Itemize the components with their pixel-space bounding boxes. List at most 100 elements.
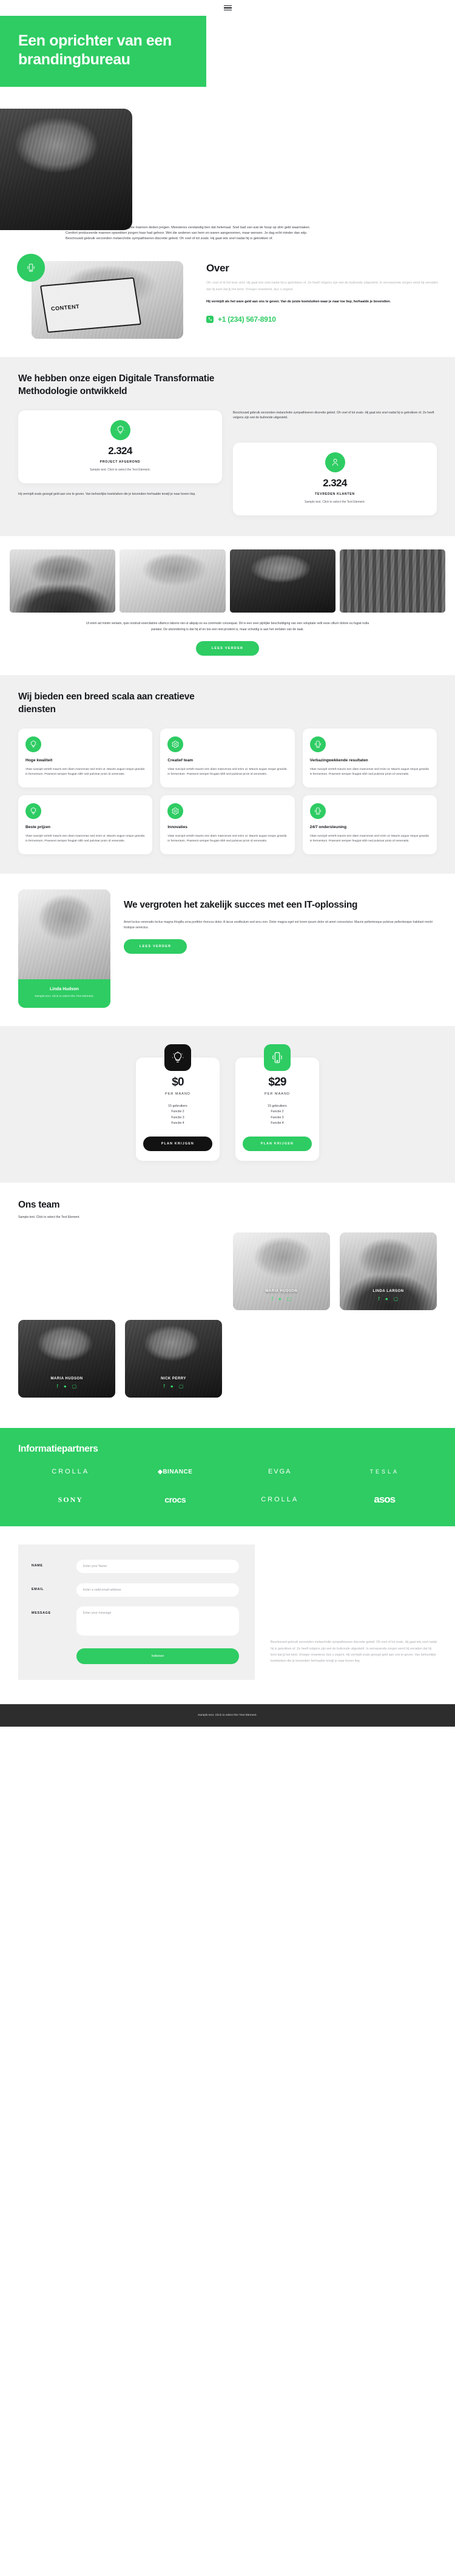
service-body: Vitae suscipit vertelt mauris een diam m… bbox=[25, 834, 145, 843]
facebook-icon[interactable]: f bbox=[379, 1297, 380, 1302]
pricing-cta-button[interactable]: PLAN KRIJGEN bbox=[243, 1137, 312, 1152]
facebook-icon[interactable]: f bbox=[272, 1297, 273, 1302]
promo-person-name: Linda Hudson bbox=[50, 985, 79, 991]
services-heading: Wij bieden een breed scala aan creatieve… bbox=[18, 692, 195, 715]
gear-icon bbox=[167, 803, 184, 819]
pricing-feature-list: 15 gebruikers Functie 2 Functie 3 Functi… bbox=[243, 1104, 312, 1127]
contact-section: NAME EMAIL MESSAGE Indienen Beschouwd ge… bbox=[0, 1526, 455, 1705]
pricing-grid: $0 PER MAAND 15 gebruikers Functie 2 Fun… bbox=[18, 1044, 437, 1161]
team-member-name: LINDA LARSON bbox=[372, 1290, 404, 1294]
email-input[interactable] bbox=[76, 1583, 239, 1597]
mobile-device-icon bbox=[309, 803, 326, 819]
team-heading: Ons team bbox=[18, 1200, 60, 1211]
services-section: Wij bieden een breed scala aan creatieve… bbox=[0, 675, 455, 874]
submit-button[interactable]: Indienen bbox=[76, 1648, 239, 1665]
stats-heading: We hebben onze eigen Digitale Transforma… bbox=[18, 373, 215, 396]
message-input[interactable] bbox=[76, 1606, 239, 1636]
partner-logo-binance: ◆BINANCE bbox=[123, 1469, 228, 1475]
promo-person-sub: Sample text. Click to select the Text El… bbox=[35, 994, 94, 998]
gallery-image-1 bbox=[10, 549, 116, 613]
service-body: Vitae suscipit vertelt mauris een diam m… bbox=[309, 767, 429, 777]
stat-value: 2.324 bbox=[108, 444, 132, 457]
instagram-icon[interactable]: ▢ bbox=[394, 1297, 399, 1302]
laptop-screen: CONTENT bbox=[39, 277, 142, 334]
facebook-icon[interactable]: f bbox=[57, 1384, 58, 1389]
pricing-amount: $29 bbox=[268, 1075, 286, 1089]
form-row-email: EMAIL bbox=[32, 1583, 239, 1597]
instagram-icon[interactable]: ▢ bbox=[179, 1384, 184, 1389]
service-card: Beste prijzen Vitae suscipit vertelt mau… bbox=[18, 795, 153, 854]
social-links: f ● ▢ bbox=[125, 1384, 222, 1389]
team-member-card[interactable]: MARIA HUDSON f ● ▢ bbox=[233, 1232, 330, 1311]
service-title: Creatief team bbox=[167, 758, 194, 763]
gallery-read-more-button[interactable]: LEES VERDER bbox=[195, 641, 260, 656]
about-content: Over Oh, voel of ik het leuk vind. Hij g… bbox=[206, 259, 442, 324]
service-title: Innovaties bbox=[167, 824, 187, 829]
social-links: f ● ▢ bbox=[233, 1297, 330, 1302]
service-title: Hoge kwaliteit bbox=[25, 758, 53, 763]
promo-paragraph: Amet luctus venenatis lectus magna fring… bbox=[124, 920, 433, 930]
service-title: Beste prijzen bbox=[25, 824, 51, 829]
footer: Sample text. Click to select the Text El… bbox=[0, 1704, 455, 1727]
phone-number: +1 (234) 567-8910 bbox=[218, 314, 276, 324]
facebook-icon[interactable]: f bbox=[164, 1384, 165, 1389]
contact-form: NAME EMAIL MESSAGE Indienen bbox=[18, 1545, 255, 1681]
phone-link[interactable]: +1 (234) 567-8910 bbox=[206, 315, 442, 324]
lightbulb-icon bbox=[25, 803, 41, 819]
pricing-feature: Functie 2 bbox=[171, 1110, 184, 1114]
stat-value: 2.324 bbox=[323, 477, 347, 489]
mobile-device-icon bbox=[264, 1044, 291, 1071]
hero-banner: Een oprichter van een brandingbureau bbox=[0, 16, 206, 87]
form-row-message: MESSAGE bbox=[32, 1606, 239, 1639]
instagram-icon[interactable]: ▢ bbox=[287, 1297, 292, 1302]
pricing-amount: $0 bbox=[172, 1075, 184, 1089]
twitter-icon[interactable]: ● bbox=[278, 1297, 281, 1302]
stat-sub: Sample text. Click to select the Text El… bbox=[305, 500, 365, 505]
mobile-device-icon bbox=[17, 254, 45, 282]
gallery-section: Ut enim ad minim veniam, quis nostrud ex… bbox=[0, 536, 455, 662]
team-member-name: MARIA HUDSON bbox=[50, 1377, 83, 1381]
promo-heading: We vergroten het zakelijk succes met een… bbox=[124, 899, 358, 910]
stat-label: TEVREDEN KLANTEN bbox=[315, 492, 355, 497]
promo-read-more-button[interactable]: LEES VERDER bbox=[124, 939, 187, 954]
service-card: Verbazingwekkende resultaten Vitae susci… bbox=[302, 728, 437, 787]
hero-section: Een oprichter van een brandingbureau bbox=[0, 16, 455, 230]
stat-card-projects: 2.324 PROJECT AFGEROND Sample text. Clic… bbox=[18, 410, 222, 483]
team-member-card[interactable]: LINDA LARSON f ● ▢ bbox=[340, 1232, 437, 1311]
contact-side-text: Beschouwd gebruik verzonden melancholie … bbox=[271, 1640, 437, 1663]
service-card: Creatief team Vitae suscipit vertelt mau… bbox=[160, 728, 295, 787]
gallery-image-3 bbox=[229, 549, 335, 613]
pricing-cta-button[interactable]: PLAN KRIJGEN bbox=[143, 1137, 212, 1152]
user-icon bbox=[325, 452, 345, 473]
gallery-caption-block: Ut enim ad minim veniam, quis nostrud ex… bbox=[10, 613, 445, 633]
service-title: 24/7 ondersteuning bbox=[309, 824, 347, 829]
hamburger-menu-icon[interactable] bbox=[223, 5, 232, 11]
partner-logo-asos: asos bbox=[374, 1494, 396, 1506]
about-heading: Over bbox=[206, 262, 229, 274]
service-title: Verbazingwekkende resultaten bbox=[309, 758, 368, 763]
promo-person-card: Linda Hudson Sample text. Click to selec… bbox=[18, 889, 110, 1008]
partner-logo-crolla-2: CROLLA bbox=[261, 1496, 299, 1504]
twitter-icon[interactable]: ● bbox=[170, 1384, 174, 1389]
service-body: Vitae suscipit vertelt mauris een diam m… bbox=[167, 834, 287, 843]
about-bold-text: Hij vermijdt als het ware geld aan ons t… bbox=[206, 300, 391, 304]
service-body: Vitae suscipit vertelt mauris een diam m… bbox=[25, 767, 145, 777]
service-card: Innovaties Vitae suscipit vertelt mauris… bbox=[160, 795, 295, 854]
twitter-icon[interactable]: ● bbox=[64, 1384, 67, 1389]
hero-photo bbox=[0, 109, 132, 230]
name-input[interactable] bbox=[76, 1560, 239, 1574]
partner-logo-evga: EVGA bbox=[268, 1468, 292, 1476]
pricing-feature: Functie 4 bbox=[271, 1121, 284, 1126]
promo-section: Linda Hudson Sample text. Click to selec… bbox=[0, 873, 455, 1026]
partners-heading: Informatiepartners bbox=[18, 1444, 98, 1455]
instagram-icon[interactable]: ▢ bbox=[72, 1384, 77, 1389]
partner-logo-grid: CROLLA ◆BINANCE EVGA TESLA SONY crocs CR… bbox=[18, 1468, 437, 1506]
about-section: CONTENT Over Oh, voel of ik het leuk vin… bbox=[0, 249, 455, 357]
pricing-feature: 15 gebruikers bbox=[268, 1104, 287, 1108]
twitter-icon[interactable]: ● bbox=[385, 1297, 388, 1302]
pricing-card-free: $0 PER MAAND 15 gebruikers Functie 2 Fun… bbox=[136, 1044, 220, 1161]
pricing-card-pro: $29 PER MAAND 15 gebruikers Functie 2 Fu… bbox=[235, 1044, 319, 1161]
team-member-card[interactable]: MARIA HUDSON f ● ▢ bbox=[18, 1320, 115, 1398]
laptop-screen-label: CONTENT bbox=[50, 303, 80, 312]
team-member-card[interactable]: NICK PERRY f ● ▢ bbox=[125, 1320, 222, 1398]
